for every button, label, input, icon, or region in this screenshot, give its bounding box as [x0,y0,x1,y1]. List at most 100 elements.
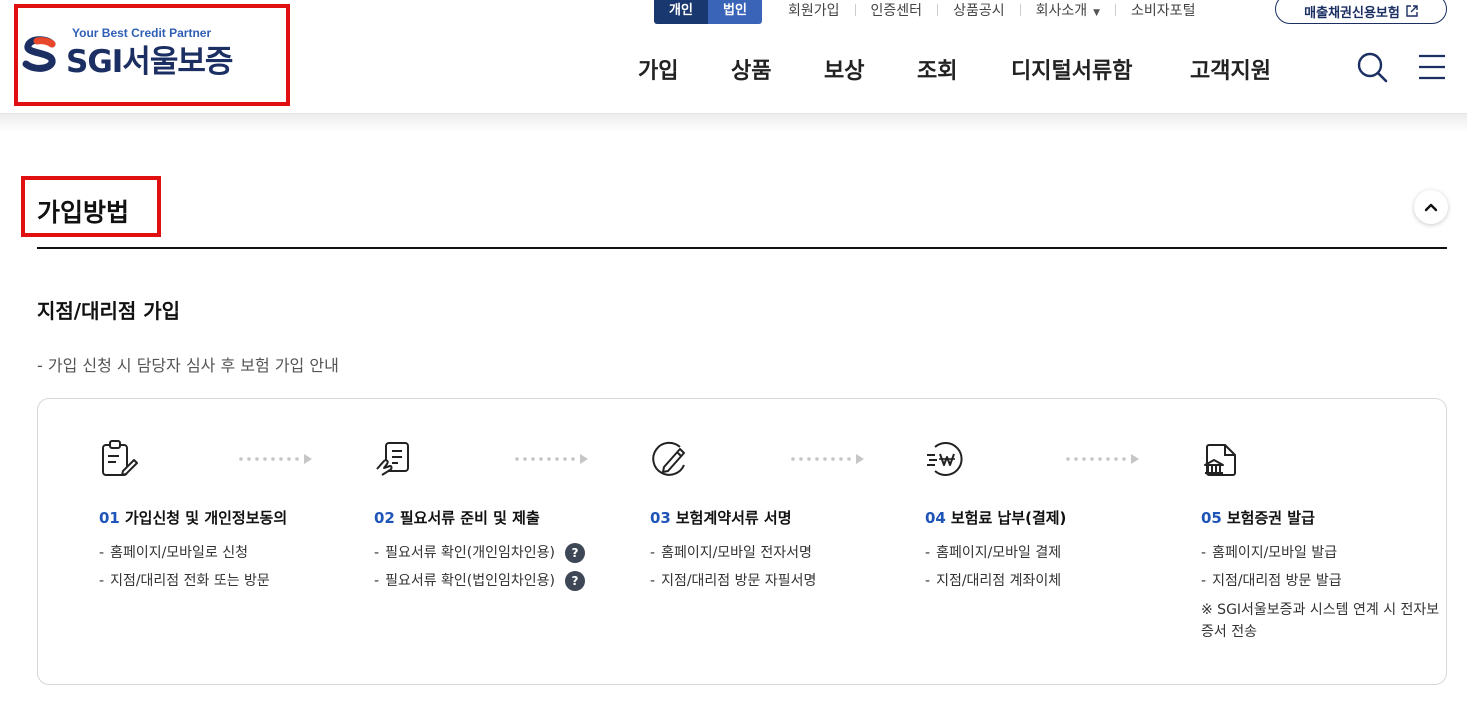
won-payment-icon [927,442,963,476]
step-detail-text: 지점/대리점 전화 또는 방문 [110,573,270,589]
step-details: - 홈페이지/모바일 발급 - 지점/대리점 방문 발급 ※ SGI서울보증과 시스… [1201,543,1451,643]
step-title-text: 보험료 납부(결제) [950,509,1067,527]
step-title-text: 필요서류 준비 및 제출 [399,509,540,527]
section-title: 가입방법 [37,198,130,227]
step-title: 05 보험증권 발급 [1201,507,1315,528]
step-number: 01 [99,509,120,527]
nav-join[interactable]: 가입 [638,53,678,85]
nav-products[interactable]: 상품 [731,53,771,85]
step-detail-text: 홈페이지/모바일 전자서명 [661,545,812,561]
step-details: - 필요서류 확인(개인임차인용)? - 필요서류 확인(법인임차인용)? [374,543,624,599]
step-detail-text: 지점/대리점 계좌이체 [936,573,1062,589]
collapse-button[interactable] [1414,190,1448,224]
search-icon[interactable] [1356,51,1388,83]
step-details: - 홈페이지/모바일 전자서명 - 지점/대리점 방문 자필서명 [650,543,900,599]
dotted-arrow-icon [515,454,588,464]
bullet-dash: - [650,545,656,561]
sgi-logo-icon[interactable] [20,34,60,74]
help-icon[interactable]: ? [565,543,585,563]
dotted-arrow-icon [791,454,864,464]
step-number: 05 [1201,509,1222,527]
step-detail: - 필요서류 확인(법인임차인용)? [374,571,624,599]
pen-sign-icon [652,441,685,476]
step-details: - 홈페이지/모바일 결제 - 지점/대리점 계좌이체 [925,543,1175,599]
nav-claims[interactable]: 보상 [824,53,864,85]
link-company-intro-label: 회사소개 [1035,3,1088,19]
step-detail-text: 홈페이지/모바일 발급 [1212,545,1338,561]
external-link-icon [1406,5,1418,17]
document-hand-icon [376,442,409,476]
step-detail: - 홈페이지/모바일 결제 [925,543,1175,571]
step-number: 04 [925,509,946,527]
nav-digital-documents[interactable]: 디지털서류함 [1011,53,1132,85]
help-icon[interactable]: ? [565,571,585,591]
step-detail: - 지점/대리점 계좌이체 [925,571,1175,599]
site-header: Your Best Credit Partner SGI서울보증 개인 법인 회… [0,0,1467,114]
bullet-dash: - [925,545,931,561]
step-detail-text: 필요서류 확인(법인임차인용) [385,573,555,589]
header-shadow [0,114,1467,132]
link-certification[interactable]: 인증센터 [871,0,923,20]
bullet-dash: - [925,573,931,589]
step-details: - 홈페이지/모바일로 신청 - 지점/대리점 전화 또는 방문 [99,543,349,599]
join-steps-card: 01 가입신청 및 개인정보동의 - 홈페이지/모바일로 신청 - 지점/대리점 전화… [37,398,1447,685]
bullet-dash: - [374,573,380,589]
step-title-text: 가입신청 및 개인정보동의 [124,509,288,527]
step-number: 03 [650,509,671,527]
step-detail-text: 홈페이지/모바일로 신청 [110,545,249,561]
step-note: ※ SGI서울보증과 시스템 연계 시 전자보증서 전송 [1201,602,1440,640]
step-4: 04 보험료 납부(결제) - 홈페이지/모바일 결제 - 지점/대리점 계좌이체 [925,399,1185,684]
step-number: 02 [374,509,395,527]
chevron-up-icon [1424,203,1438,212]
logo-text[interactable]: SGI서울보증 [66,36,233,81]
step-title-text: 보험증권 발급 [1226,509,1315,527]
dotted-arrow-icon [1066,454,1139,464]
step-detail: - 필요서류 확인(개인임차인용)? [374,543,624,571]
bullet-dash: - [374,545,380,561]
bullet-dash: - [99,573,105,589]
link-product-disclosure[interactable]: 상품공시 [953,0,1005,20]
nav-customer-support[interactable]: 고객지원 [1190,53,1271,85]
divider [1019,4,1021,16]
step-title: 03 보험계약서류 서명 [650,507,792,528]
bullet-dash: - [1201,573,1207,589]
step-detail: - 홈페이지/모바일 전자서명 [650,543,900,571]
step-title: 04 보험료 납부(결제) [925,507,1066,528]
divider [1115,4,1117,16]
step-detail: - 홈페이지/모바일로 신청 [99,543,349,571]
step-detail-text: 필요서류 확인(개인임차인용) [385,545,555,561]
step-title-text: 보험계약서류 서명 [675,509,792,527]
bullet-dash: - [1201,545,1207,561]
clipboard-edit-icon [102,440,138,476]
bullet-dash: - [650,573,656,589]
subsection-note: - 가입 신청 시 담당자 심사 후 보험 가입 안내 [37,356,339,375]
trade-credit-insurance-button[interactable]: 매출채권신용보험 [1275,0,1447,24]
section-divider [37,247,1447,249]
link-consumer-portal[interactable]: 소비자포털 [1131,0,1195,20]
step-detail: - 지점/대리점 전화 또는 방문 [99,571,349,599]
certificate-icon [1204,444,1236,476]
step-5: 05 보험증권 발급 - 홈페이지/모바일 발급 - 지점/대리점 방문 발급 ※ S… [1201,399,1461,684]
step-detail: - 지점/대리점 방문 발급 [1201,571,1451,599]
hamburger-menu-icon[interactable] [1417,53,1447,81]
dotted-arrow-icon [239,454,312,464]
step-detail-text: 지점/대리점 방문 발급 [1212,573,1342,589]
step-title: 01 가입신청 및 개인정보동의 [99,507,287,528]
bullet-dash: - [99,545,105,561]
utility-links: 회원가입 인증센터 상품공시 회사소개 ▼ 소비자포털 [788,0,1195,20]
trade-credit-insurance-label: 매출채권신용보험 [1304,5,1400,21]
link-company-intro[interactable]: 회사소개 ▼ [1036,0,1100,20]
step-detail: - 홈페이지/모바일 발급 [1201,543,1451,571]
toggle-corporate[interactable]: 법인 [708,0,762,24]
step-detail-text: 지점/대리점 방문 자필서명 [661,573,817,589]
nav-inquiry[interactable]: 조회 [917,53,957,85]
customer-type-toggle: 개인 법인 [654,0,762,24]
step-2: 02 필요서류 준비 및 제출 - 필요서류 확인(개인임차인용)? - 필요서류 확… [374,399,634,684]
divider [937,4,939,16]
divider [854,4,856,16]
subsection-title: 지점/대리점 가입 [37,299,181,323]
step-title: 02 필요서류 준비 및 제출 [374,507,540,528]
toggle-personal[interactable]: 개인 [654,0,708,24]
link-signup[interactable]: 회원가입 [788,0,840,20]
step-detail-text: 홈페이지/모바일 결제 [936,545,1062,561]
